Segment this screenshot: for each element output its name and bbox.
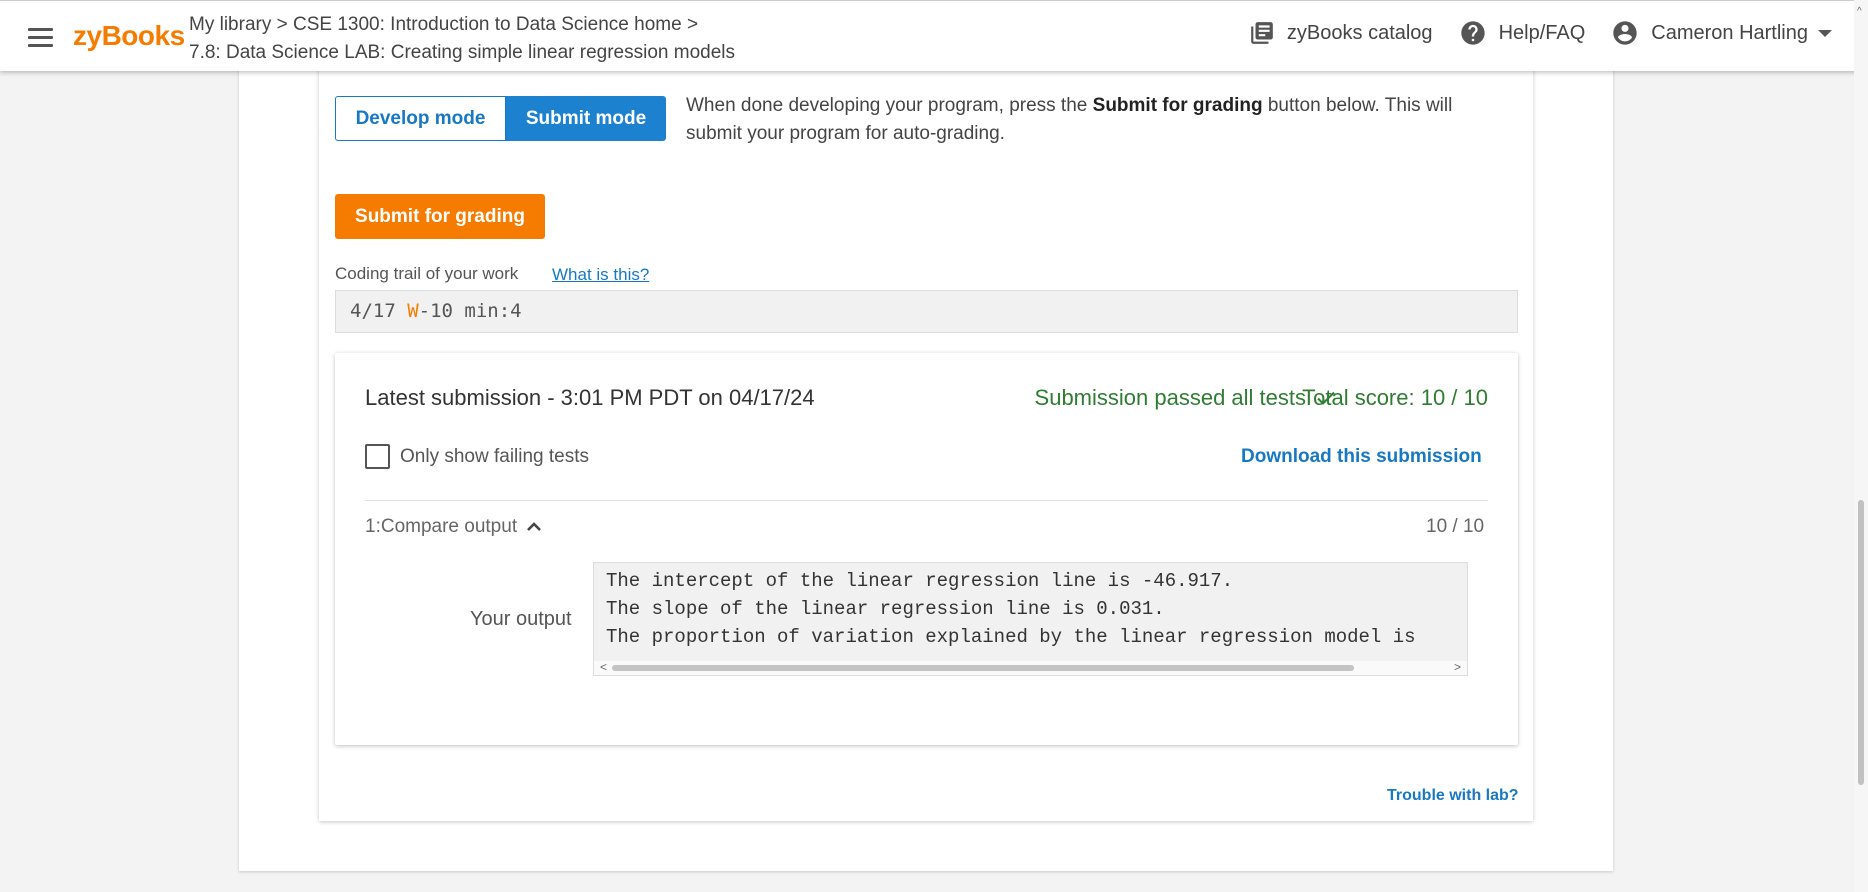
failing-tests-label[interactable]: Only show failing tests <box>400 446 589 468</box>
scrollbar-thumb[interactable] <box>1858 500 1864 785</box>
total-score: Total score: 10 / 10 <box>1302 385 1488 410</box>
output-box: The intercept of the linear regression l… <box>593 562 1468 676</box>
scroll-left-icon[interactable]: < <box>600 660 607 674</box>
menu-icon[interactable] <box>28 28 53 47</box>
failing-tests-checkbox[interactable] <box>365 444 390 469</box>
header-actions: zyBooks catalog Help/FAQ Cameron Hartlin… <box>1223 19 1832 47</box>
passed-status: Submission passed all tests <box>1035 385 1338 411</box>
user-name: Cameron Hartling <box>1651 21 1808 44</box>
latest-submission: Latest submission - 3:01 PM PDT on 04/17… <box>365 385 815 410</box>
catalog-link[interactable]: zyBooks catalog <box>1249 20 1433 46</box>
help-text-prefix: When done developing your program, press… <box>686 95 1093 116</box>
top-navigation-bar: zyBooks My library > CSE 1300: Introduct… <box>0 0 1868 71</box>
passed-text: Submission passed all tests <box>1034 385 1306 410</box>
library-books-icon <box>1251 22 1273 44</box>
divider <box>365 500 1488 501</box>
account-circle-icon <box>1613 21 1637 45</box>
help-text-bold: Submit for grading <box>1092 95 1263 116</box>
breadcrumb: My library > CSE 1300: Introduction to D… <box>189 11 735 67</box>
mode-toggle: Develop mode Submit mode <box>335 96 666 141</box>
breadcrumb-section: 7.8: Data Science LAB: Creating simple l… <box>189 42 735 63</box>
scroll-right-icon[interactable]: > <box>1454 660 1461 674</box>
scroll-up-icon[interactable]: ^ <box>1857 6 1862 17</box>
mode-help-text: When done developing your program, press… <box>686 92 1506 148</box>
help-circle-icon <box>1460 21 1485 45</box>
catalog-label: zyBooks catalog <box>1286 21 1433 44</box>
trouble-with-lab-link[interactable]: Trouble with lab? <box>1387 787 1519 805</box>
breadcrumb-path[interactable]: My library > CSE 1300: Introduction to D… <box>189 14 698 35</box>
submit-mode-button[interactable]: Submit mode <box>506 96 666 141</box>
test-case-score: 10 / 10 <box>1426 516 1485 537</box>
output-line: The intercept of the linear regression l… <box>606 570 1234 592</box>
output-scroll-thumb[interactable] <box>612 665 1354 671</box>
trail-date: 4/17 <box>350 300 408 322</box>
what-is-this-link[interactable]: What is this? <box>552 265 649 285</box>
chevron-up-icon <box>527 522 542 531</box>
page-scrollbar[interactable]: ^ <box>1854 0 1868 892</box>
output-text: The intercept of the linear regression l… <box>594 563 1467 655</box>
caret-down-icon <box>1818 29 1832 37</box>
test-case-name: 1:Compare output <box>365 516 518 537</box>
user-menu[interactable]: Cameron Hartling <box>1611 19 1832 47</box>
your-output-label: Your output <box>470 608 572 630</box>
develop-mode-button[interactable]: Develop mode <box>335 96 506 141</box>
submission-result-card <box>335 353 1518 745</box>
coding-trail-box: 4/17 W-10 min:4 <box>335 290 1518 333</box>
output-horizontal-scrollbar[interactable]: < > <box>594 660 1467 675</box>
trail-w: W <box>407 300 419 322</box>
test-case-toggle[interactable]: 1:Compare output <box>365 516 543 538</box>
coding-trail-label: Coding trail of your work <box>335 264 519 283</box>
output-line: The slope of the linear regression line … <box>606 598 1165 620</box>
trail-rest: -10 min:4 <box>418 300 522 322</box>
help-link[interactable]: Help/FAQ <box>1459 19 1586 47</box>
help-label: Help/FAQ <box>1498 21 1586 44</box>
download-submission-link[interactable]: Download this submission <box>1241 446 1482 468</box>
zybooks-logo[interactable]: zyBooks <box>73 20 185 52</box>
submit-for-grading-button[interactable]: Submit for grading <box>335 194 545 239</box>
output-line: The proportion of variation explained by… <box>606 626 1416 648</box>
